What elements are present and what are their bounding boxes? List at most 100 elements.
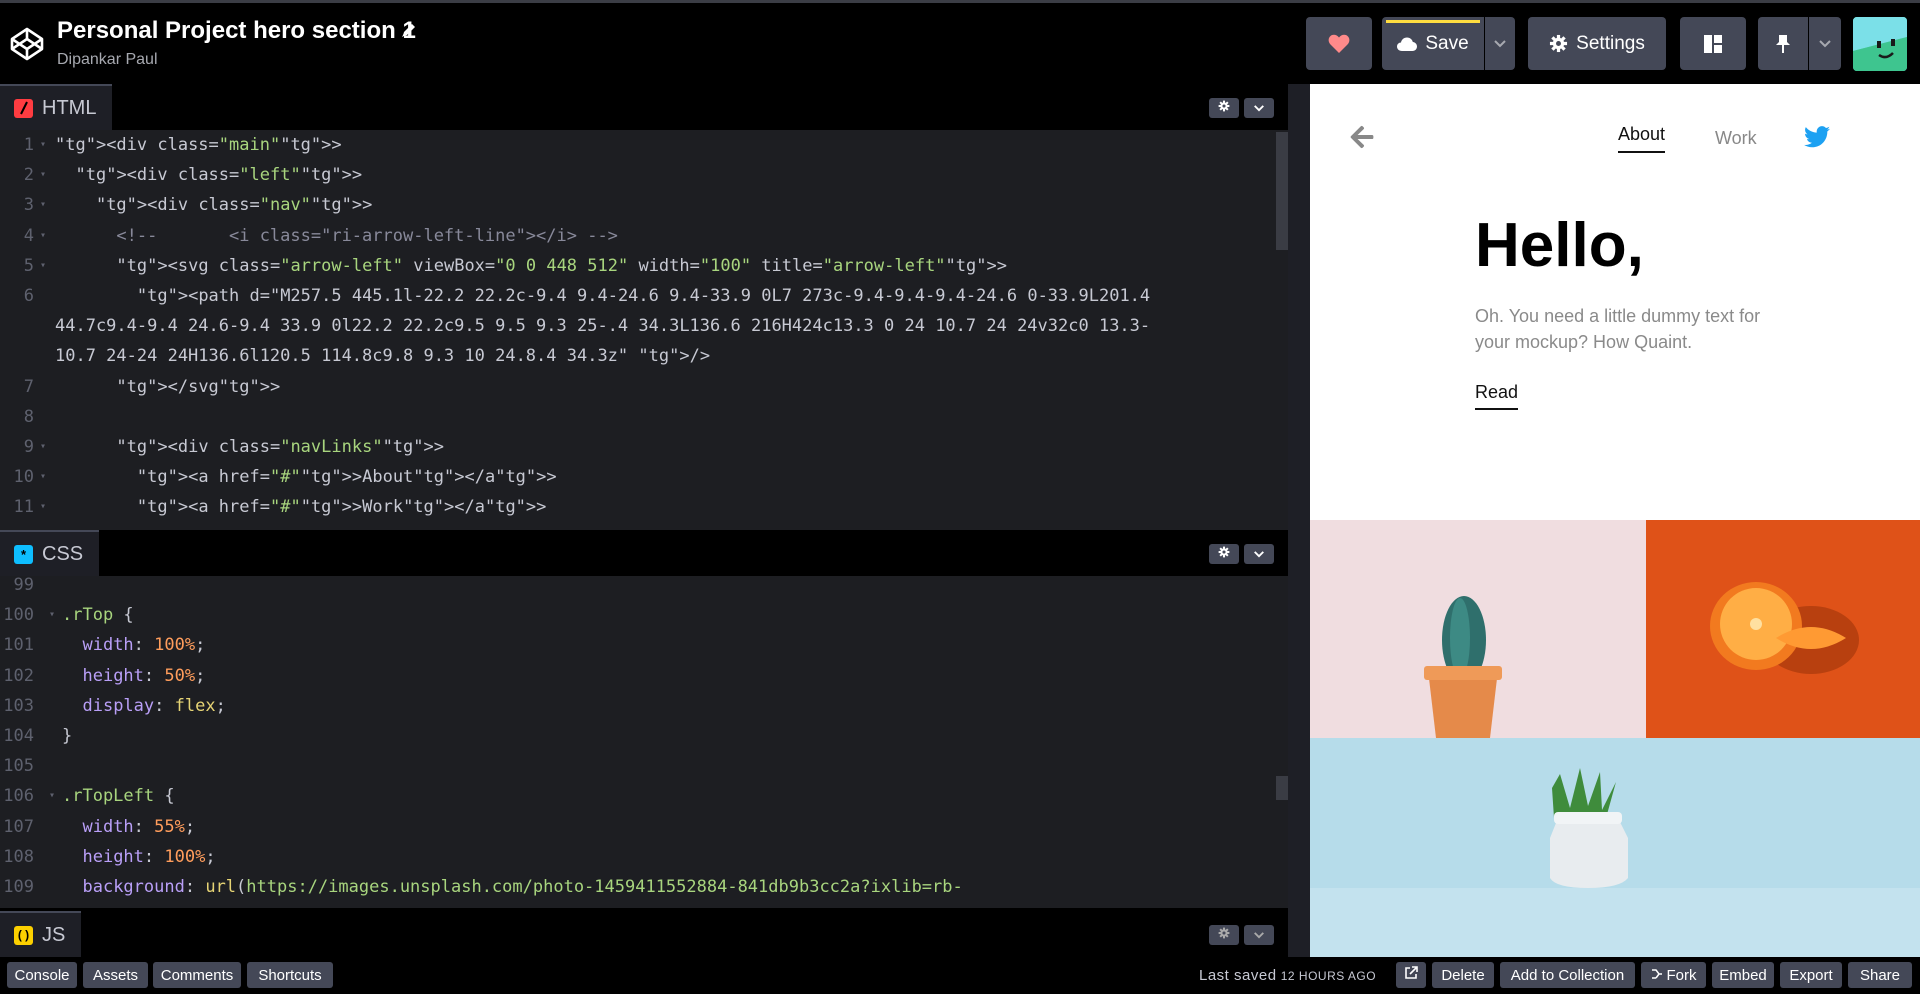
author-name[interactable]: Dipankar Paul [57,51,158,69]
add-to-collection-button[interactable]: Add to Collection [1500,962,1635,988]
code-line[interactable]: 101 width: 100%; [0,630,1270,660]
twitter-icon[interactable] [1804,126,1830,153]
comments-button[interactable]: Comments [153,962,241,988]
code-line[interactable]: 10 ▾ "tg"><a href="#""tg">>About"tg"></a"… [0,462,1270,492]
save-options-button[interactable] [1485,17,1515,70]
code-line[interactable]: 3 ▾ "tg"><div class="nav""tg">> [0,190,1270,220]
code-text: <!-- <i class="ri-arrow-left-line"></i> … [55,225,618,246]
code-line[interactable]: 11 ▾ "tg"><a href="#""tg">>Work"tg"></a"t… [0,492,1270,522]
js-panel-header: ( ) JS [0,911,1288,957]
share-button[interactable]: Share [1848,962,1912,988]
like-button[interactable] [1306,17,1372,70]
resize-divider[interactable] [1288,84,1310,957]
css-settings-button[interactable] [1209,544,1239,564]
edit-title-pencil-icon[interactable] [400,21,420,41]
code-line[interactable]: 6 "tg"><path d="M257.5 445.1l-22.2 22.2c… [0,281,1270,311]
js-tab-label: JS [42,923,66,946]
change-view-button[interactable] [1680,17,1746,70]
fold-arrow-icon[interactable]: ▾ [40,432,46,462]
code-line[interactable]: 99 [0,576,1270,600]
fork-button[interactable]: Fork [1641,962,1706,988]
css-editor-scrollbar[interactable] [1276,776,1288,800]
pen-title[interactable]: Personal Project hero section 1 [57,17,416,45]
fold-arrow-icon[interactable]: ▾ [40,190,46,220]
line-number: 100 [3,605,34,626]
line-number: 11 [13,497,34,518]
code-text: } [62,726,73,746]
fold-arrow-icon[interactable]: ▾ [40,462,46,492]
code-line[interactable]: 9 ▾ "tg"><div class="navLinks""tg">> [0,432,1270,462]
code-line[interactable]: 100 ▾ .rTop { [0,600,1270,630]
fold-arrow-icon[interactable]: ▾ [49,781,55,811]
preview-iframe[interactable]: About Work Hello, Oh. You need a little … [1310,84,1920,957]
pin-button[interactable] [1758,17,1808,70]
header: Personal Project hero section 1 Dipankar… [0,3,1920,84]
code-line[interactable]: 2 ▾ "tg"><div class="left""tg">> [0,160,1270,190]
fold-arrow-icon[interactable]: ▾ [40,251,46,281]
code-line[interactable]: 104} [0,721,1270,751]
chevron-down-icon [1253,545,1265,563]
unsaved-indicator [1386,20,1480,23]
code-line[interactable]: 106 ▾ .rTopLeft { [0,781,1270,811]
code-line[interactable]: 7 "tg"></svg"tg">> [0,372,1270,402]
last-saved-label: Last saved [1199,967,1277,984]
fold-arrow-icon[interactable]: ▾ [40,160,46,190]
read-link[interactable]: Read [1475,382,1519,410]
html-code-editor[interactable]: 1 ▾ "tg"><div class="main""tg">> 2 ▾ "tg"><d… [0,130,1288,530]
code-line[interactable]: 44.7c9.4-9.4 24.6-9.4 33.9 0l22.2 22.2c9… [0,311,1270,341]
console-button[interactable]: Console [7,962,77,988]
fold-arrow-icon[interactable]: ▾ [40,130,46,160]
fold-arrow-icon[interactable]: ▾ [40,492,46,522]
delete-button[interactable]: Delete [1432,962,1494,988]
back-arrow-icon[interactable] [1348,124,1376,155]
js-collapse-button[interactable] [1244,925,1274,945]
user-avatar[interactable] [1853,17,1907,71]
nav-link-work[interactable]: Work [1715,128,1757,149]
code-line[interactable]: 4 ▾ <!-- <i class="ri-arrow-left-line"></… [0,221,1270,251]
html-editor-tab[interactable]: HTML [0,84,113,130]
line-number: 2 [23,165,34,186]
external-link-icon [1404,966,1418,984]
export-button[interactable]: Export [1780,962,1842,988]
html-tab-label: HTML [42,96,97,119]
embed-button[interactable]: Embed [1712,962,1774,988]
code-text: "tg"><div class="main""tg">> [55,135,342,155]
assets-button[interactable]: Assets [83,962,148,988]
code-line[interactable]: 109 background: url(https://images.unspl… [0,872,1270,902]
code-line[interactable]: 8 [0,402,1270,432]
line-number: 1 [23,135,34,155]
html-settings-button[interactable] [1209,98,1239,118]
html-panel-header: HTML [0,84,1288,130]
fold-arrow-icon[interactable]: ▾ [49,600,55,630]
js-editor-tab[interactable]: ( ) JS [0,911,82,957]
codepen-logo-icon[interactable] [8,25,46,63]
code-line[interactable]: 105 [0,751,1270,781]
shortcuts-button[interactable]: Shortcuts [247,962,333,988]
css-panel-header: * CSS [0,530,1288,576]
code-line[interactable]: 10.7 24-24 24H136.6l120.5 114.8c9.8 9.3 … [0,341,1270,371]
code-line[interactable]: 108 height: 100%; [0,842,1270,872]
js-settings-button[interactable] [1209,925,1239,945]
settings-button[interactable]: Settings [1528,17,1666,70]
fold-arrow-icon[interactable]: ▾ [40,221,46,251]
code-text: 10.7 24-24 24H136.6l120.5 114.8c9.8 9.3 … [55,346,711,367]
css-tab-label: CSS [42,542,84,565]
code-line[interactable]: 103 display: flex; [0,691,1270,721]
code-line[interactable]: 1 ▾ "tg"><div class="main""tg">> [0,130,1270,160]
css-collapse-button[interactable] [1244,544,1274,564]
html-editor-scrollbar[interactable] [1276,132,1288,250]
code-text: "tg"></svg"tg">> [116,376,281,397]
code-text: "tg"><path d="M257.5 445.1l-22.2 22.2c-9… [136,286,1151,306]
open-external-button[interactable] [1396,962,1426,988]
gear-icon [1218,926,1230,944]
save-button[interactable]: Save [1382,17,1484,70]
html-collapse-button[interactable] [1244,98,1274,118]
nav-link-about[interactable]: About [1618,124,1666,153]
pin-options-button[interactable] [1809,17,1841,70]
code-line[interactable]: 107 width: 55%; [0,812,1270,842]
css-editor-tab[interactable]: * CSS [0,530,100,576]
code-line[interactable]: 102 height: 50%; [0,661,1270,691]
code-line[interactable]: 5 ▾ "tg"><svg class="arrow-left" viewBox=… [0,251,1270,281]
css-code-editor[interactable]: 99 100 ▾ .rTop {101 width: 100%; 102 height:… [0,576,1288,908]
line-number: 109 [3,877,34,897]
